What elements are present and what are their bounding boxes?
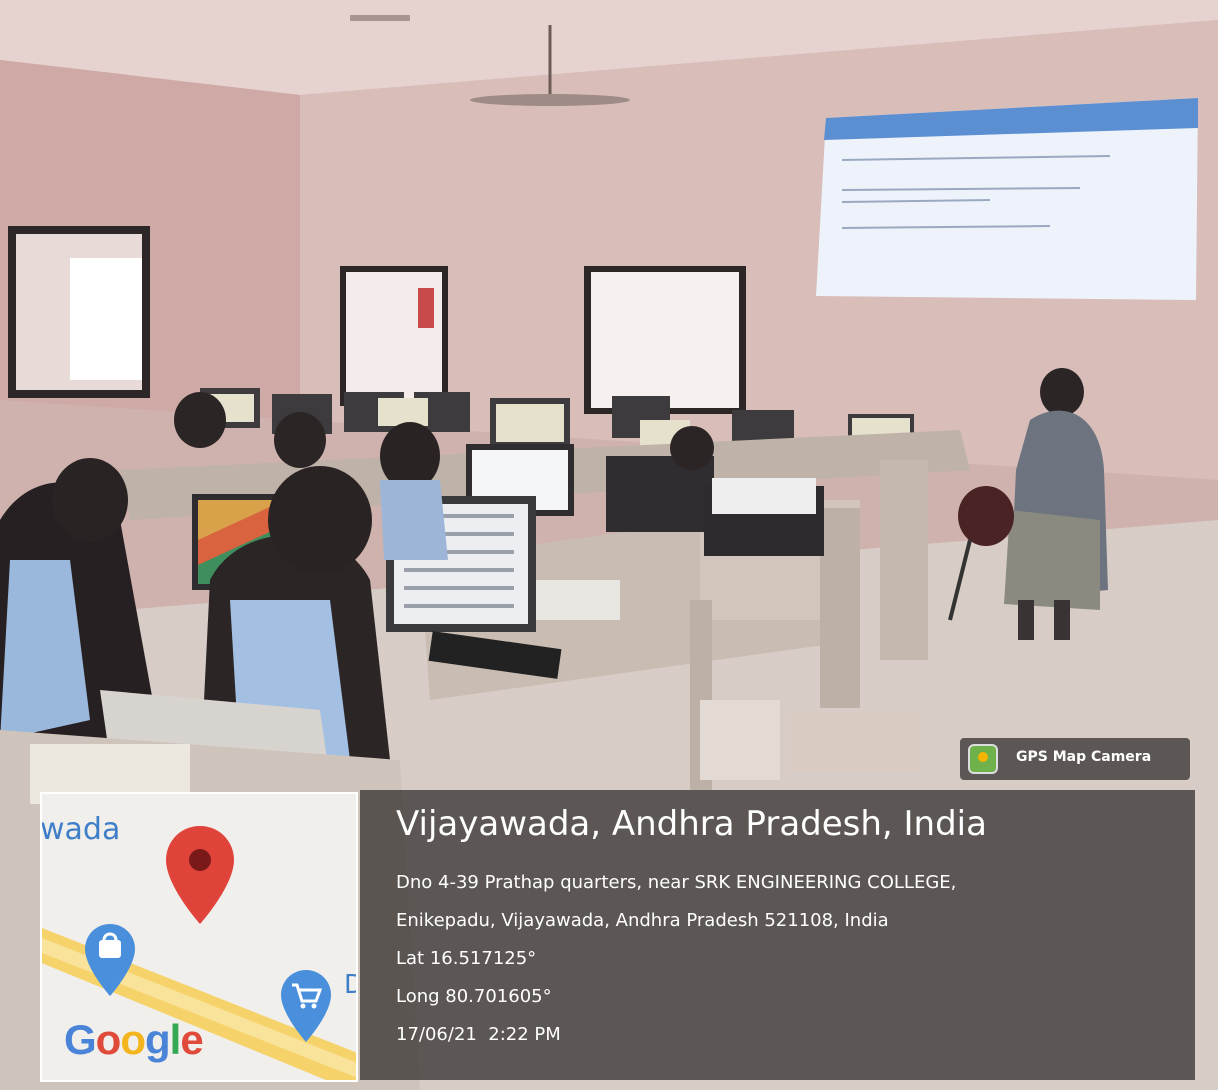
date-time: 17/06/21 2:22 PM	[396, 1024, 561, 1045]
gps-map-camera-icon	[968, 744, 998, 774]
gps-map-camera-badge: GPS Map Camera	[960, 738, 1190, 780]
shopping-bag-poi-icon	[85, 924, 135, 996]
latitude: Lat 16.517125°	[396, 948, 537, 969]
location-details: Dno 4-39 Prathap quarters, near SRK ENGI…	[396, 864, 956, 1054]
google-logo: Google	[64, 1016, 204, 1063]
gps-app-name: GPS Map Camera	[1016, 749, 1152, 765]
shopping-cart-poi-icon	[281, 970, 331, 1042]
place-title: Vijayawada, Andhra Pradesh, India	[396, 804, 987, 844]
map-location-pin-icon	[166, 826, 234, 924]
map-poi-label: D	[344, 970, 356, 1000]
location-info-panel: Vijayawada, Andhra Pradesh, India Dno 4-…	[360, 790, 1195, 1080]
address-line-2: Enikepadu, Vijayawada, Andhra Pradesh 52…	[396, 910, 889, 931]
map-city-label: wada	[40, 812, 121, 847]
location-map-thumbnail: wada D Google	[40, 792, 358, 1082]
longitude: Long 80.701605°	[396, 986, 552, 1007]
address-line-1: Dno 4-39 Prathap quarters, near SRK ENGI…	[396, 872, 957, 893]
